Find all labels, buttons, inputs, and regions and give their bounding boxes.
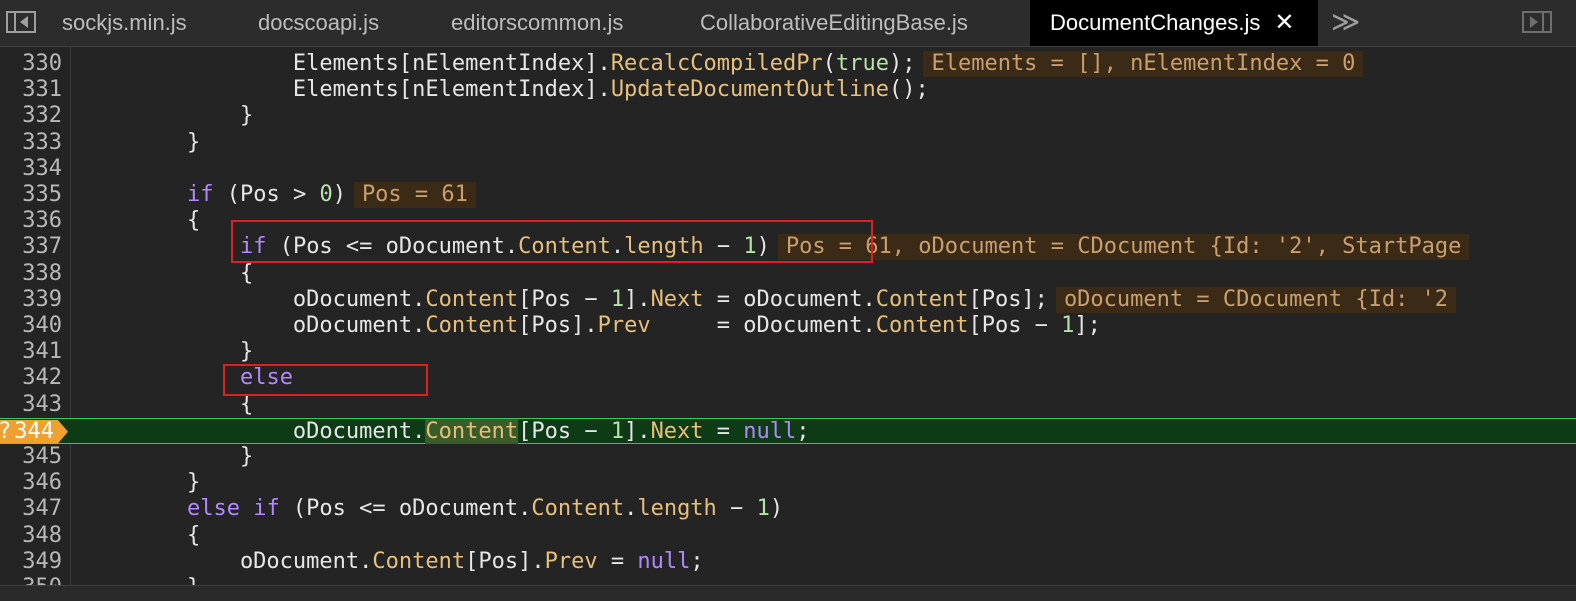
code-line: 340 oDocument.Content[Pos].Prev = oDocum…	[0, 313, 1576, 339]
line-number[interactable]: 338	[0, 261, 62, 287]
code-line: 332 }	[0, 103, 1576, 129]
annotation-box-else	[223, 364, 428, 396]
line-number[interactable]: 345	[0, 444, 62, 470]
line-number[interactable]: 334	[0, 156, 62, 182]
breakpoint-marker[interactable]: ? 344	[0, 418, 68, 444]
line-code: }	[81, 103, 254, 129]
tab-collaborativeeditingbase[interactable]: CollaborativeEditingBase.js	[700, 0, 968, 46]
tab-label: docscoapi.js	[258, 10, 380, 35]
toggle-navigator-icon[interactable]	[6, 11, 36, 33]
line-number[interactable]: 348	[0, 523, 62, 549]
inline-value-preview[interactable]: Elements = [], nElementIndex = 0	[923, 51, 1364, 77]
code-line: 330 Elements[nElementIndex].RecalcCompil…	[0, 51, 1576, 77]
line-code: {	[81, 522, 201, 548]
line-number[interactable]: 350	[0, 575, 62, 585]
tab-label: CollaborativeEditingBase.js	[700, 10, 968, 35]
line-code: }	[81, 444, 254, 469]
code-line: 338 {	[0, 261, 1576, 287]
line-code: oDocument.Content[Pos − 1].Next = null;	[81, 418, 810, 444]
line-number[interactable]: 331	[0, 77, 62, 103]
code-line: 331 Elements[nElementIndex].UpdateDocume…	[0, 77, 1576, 103]
line-code: Elements[nElementIndex].RecalcCompiledPr…	[81, 51, 1364, 77]
line-number[interactable]: 342	[0, 365, 62, 391]
code-line: 334	[0, 156, 1576, 182]
line-number[interactable]: 347	[0, 496, 62, 522]
line-number[interactable]: 346	[0, 470, 62, 496]
line-code: oDocument.Content[Pos].Prev = oDocument.…	[81, 313, 1101, 338]
inline-value-preview[interactable]: oDocument = CDocument {Id: '2	[1055, 286, 1457, 313]
line-code: }	[81, 575, 200, 585]
inline-value-preview[interactable]: Pos = 61	[353, 182, 476, 208]
line-number[interactable]: 349	[0, 549, 62, 575]
conditional-breakpoint-icon: ?	[0, 420, 11, 444]
inline-value-preview[interactable]: Pos = 61, oDocument = CDocument {Id: '2'…	[777, 234, 1470, 261]
code-line: 333 }	[0, 130, 1576, 156]
code-line: 339 oDocument.Content[Pos − 1].Next = oD…	[0, 286, 1576, 313]
line-number[interactable]: 330	[0, 51, 62, 77]
code-editor[interactable]: 330 Elements[nElementIndex].RecalcCompil…	[0, 47, 1576, 585]
code-line: 350 }	[0, 575, 1576, 585]
code-line: 348 {	[0, 523, 1576, 549]
tab-docscoapi[interactable]: docscoapi.js	[258, 0, 379, 46]
tab-sockjs[interactable]: sockjs.min.js	[62, 0, 187, 46]
code-line: 347 else if (Pos <= oDocument.Content.le…	[0, 496, 1576, 522]
line-code: if (Pos > 0) Pos = 61	[81, 182, 476, 208]
line-code: oDocument.Content[Pos].Prev = null;	[81, 548, 704, 574]
tab-label: editorscommon.js	[451, 10, 624, 35]
annotation-box-if-condition	[231, 220, 873, 263]
line-code: oDocument.Content[Pos − 1].Next = oDocum…	[81, 286, 1457, 313]
line-number[interactable]: 333	[0, 130, 62, 156]
code-line: 335 if (Pos > 0) Pos = 61	[0, 182, 1576, 208]
line-number: 344	[14, 418, 54, 444]
line-code: {	[81, 260, 254, 286]
tab-label: sockjs.min.js	[62, 10, 187, 35]
line-number[interactable]: 335	[0, 182, 62, 208]
line-code: else if (Pos <= oDocument.Content.length…	[186, 496, 784, 522]
line-code: {	[81, 208, 201, 234]
line-number[interactable]: 341	[0, 339, 62, 365]
line-number[interactable]: 336	[0, 208, 62, 234]
line-code: }	[81, 470, 201, 496]
code-line: 346 }	[0, 470, 1576, 496]
line-number[interactable]: 340	[0, 313, 62, 339]
tab-documentchanges[interactable]: DocumentChanges.js ✕	[1030, 0, 1318, 46]
line-number[interactable]: 339	[0, 287, 62, 313]
line-number[interactable]: 337	[0, 234, 62, 260]
line-code: Elements[nElementIndex].UpdateDocumentOu…	[81, 77, 929, 103]
code-line: 349 oDocument.Content[Pos].Prev = null;	[0, 549, 1576, 575]
code-line: 345 }	[0, 444, 1576, 470]
tab-bar: sockjs.min.js docscoapi.js editorscommon…	[0, 0, 1576, 47]
code-line: 341 }	[0, 339, 1576, 365]
line-code: }	[81, 129, 201, 155]
tab-overflow-icon[interactable]: ≫	[1331, 0, 1360, 46]
status-bar	[0, 585, 1576, 601]
line-code: }	[81, 339, 254, 365]
current-execution-line: ? 344 oDocument.Content[Pos − 1].Next = …	[0, 417, 1576, 444]
line-number[interactable]: 343	[0, 392, 62, 418]
toggle-debugger-icon[interactable]	[1522, 11, 1552, 33]
line-number[interactable]: 332	[0, 103, 62, 129]
tab-editorscommon[interactable]: editorscommon.js	[451, 0, 623, 46]
close-tab-icon[interactable]: ✕	[1274, 9, 1294, 36]
tab-label: DocumentChanges.js	[1050, 10, 1261, 35]
